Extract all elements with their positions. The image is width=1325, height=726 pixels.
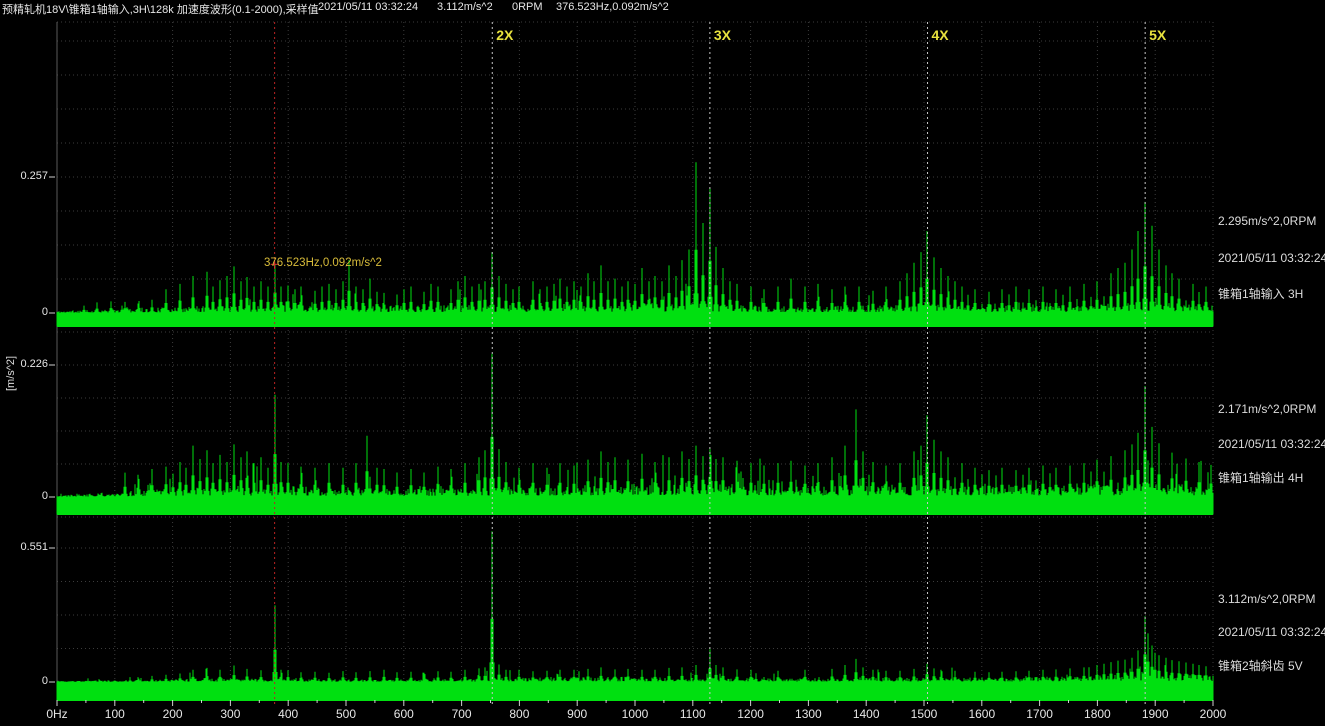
channel2-amplitude-label: 2.171m/s^2,0RPM	[1218, 402, 1316, 416]
harmonic-label: 2X	[496, 27, 514, 43]
spectrum-plot-area[interactable]: 2X 3X 4X 5X	[0, 0, 1325, 726]
channel2-name-label: 锥箱1轴输出 4H	[1218, 469, 1303, 486]
x-tick-label: 600	[376, 707, 432, 721]
harmonic-cursor-3X: 3X	[710, 22, 732, 705]
x-tick-label: 300	[202, 707, 258, 721]
x-tick-label: 800	[491, 707, 547, 721]
channel1-name-label: 锥箱1轴输入 3H	[1218, 285, 1303, 302]
harmonic-label: 5X	[1149, 27, 1167, 43]
y-tick-label: 0.551	[2, 541, 48, 553]
harmonic-cursor-2X: 2X	[492, 22, 514, 705]
x-tick-label: 1700	[1012, 707, 1068, 721]
x-tick-label: 2000	[1185, 707, 1241, 721]
x-tick-label: 200	[145, 707, 201, 721]
x-tick-label: 1200	[723, 707, 779, 721]
x-tick-label: 1000	[607, 707, 663, 721]
x-tick-label: 1100	[665, 707, 721, 721]
x-tick-label: 500	[318, 707, 374, 721]
x-axis-ticks	[57, 700, 1213, 706]
harmonic-label: 3X	[714, 27, 732, 43]
y-tick-label: 0.257	[2, 170, 48, 182]
x-tick-label: 1600	[954, 707, 1010, 721]
x-tick-label: 1900	[1127, 707, 1183, 721]
y-tick-label: 0	[2, 306, 48, 318]
cursor-annotation: 376.523Hz,0.092m/s^2	[264, 257, 382, 269]
x-tick-label: 100	[87, 707, 143, 721]
app-window: 预精轧机18V\锥箱1轴输入,3H\128k 加速度波形(0.1-2000),采…	[0, 0, 1325, 726]
x-tick-label: 1400	[838, 707, 894, 721]
y-axis-unit-label: [m/s^2]	[5, 356, 17, 391]
channel1-datetime-label: 2021/05/11 03:32:24	[1218, 251, 1325, 265]
grid	[57, 22, 1213, 705]
harmonic-cursor-5X: 5X	[1145, 22, 1167, 705]
y-tick-label: 0	[2, 675, 48, 687]
x-tick-label: 1300	[780, 707, 836, 721]
x-tick-label: 700	[434, 707, 490, 721]
x-tick-label: 1800	[1069, 707, 1125, 721]
x-tick-label: 400	[260, 707, 316, 721]
x-tick-label: 900	[549, 707, 605, 721]
channel3-amplitude-label: 3.112m/s^2,0RPM	[1218, 592, 1315, 606]
spectrum-trace-channel-2	[57, 354, 1213, 514]
channel1-amplitude-label: 2.295m/s^2,0RPM	[1218, 214, 1316, 228]
y-axis-ticks	[49, 177, 55, 682]
harmonic-cursor-4X: 4X	[928, 22, 950, 705]
harmonic-label: 4X	[932, 27, 950, 43]
channel3-datetime-label: 2021/05/11 03:32:24	[1218, 625, 1325, 639]
channel2-datetime-label: 2021/05/11 03:32:24	[1218, 437, 1325, 451]
frequency-cursor	[271, 22, 279, 705]
channel3-name-label: 锥箱2轴斜齿 5V	[1218, 657, 1303, 674]
y-tick-label: 0	[2, 490, 48, 502]
x-tick-label: 0Hz	[29, 707, 85, 721]
x-tick-label: 1500	[896, 707, 952, 721]
